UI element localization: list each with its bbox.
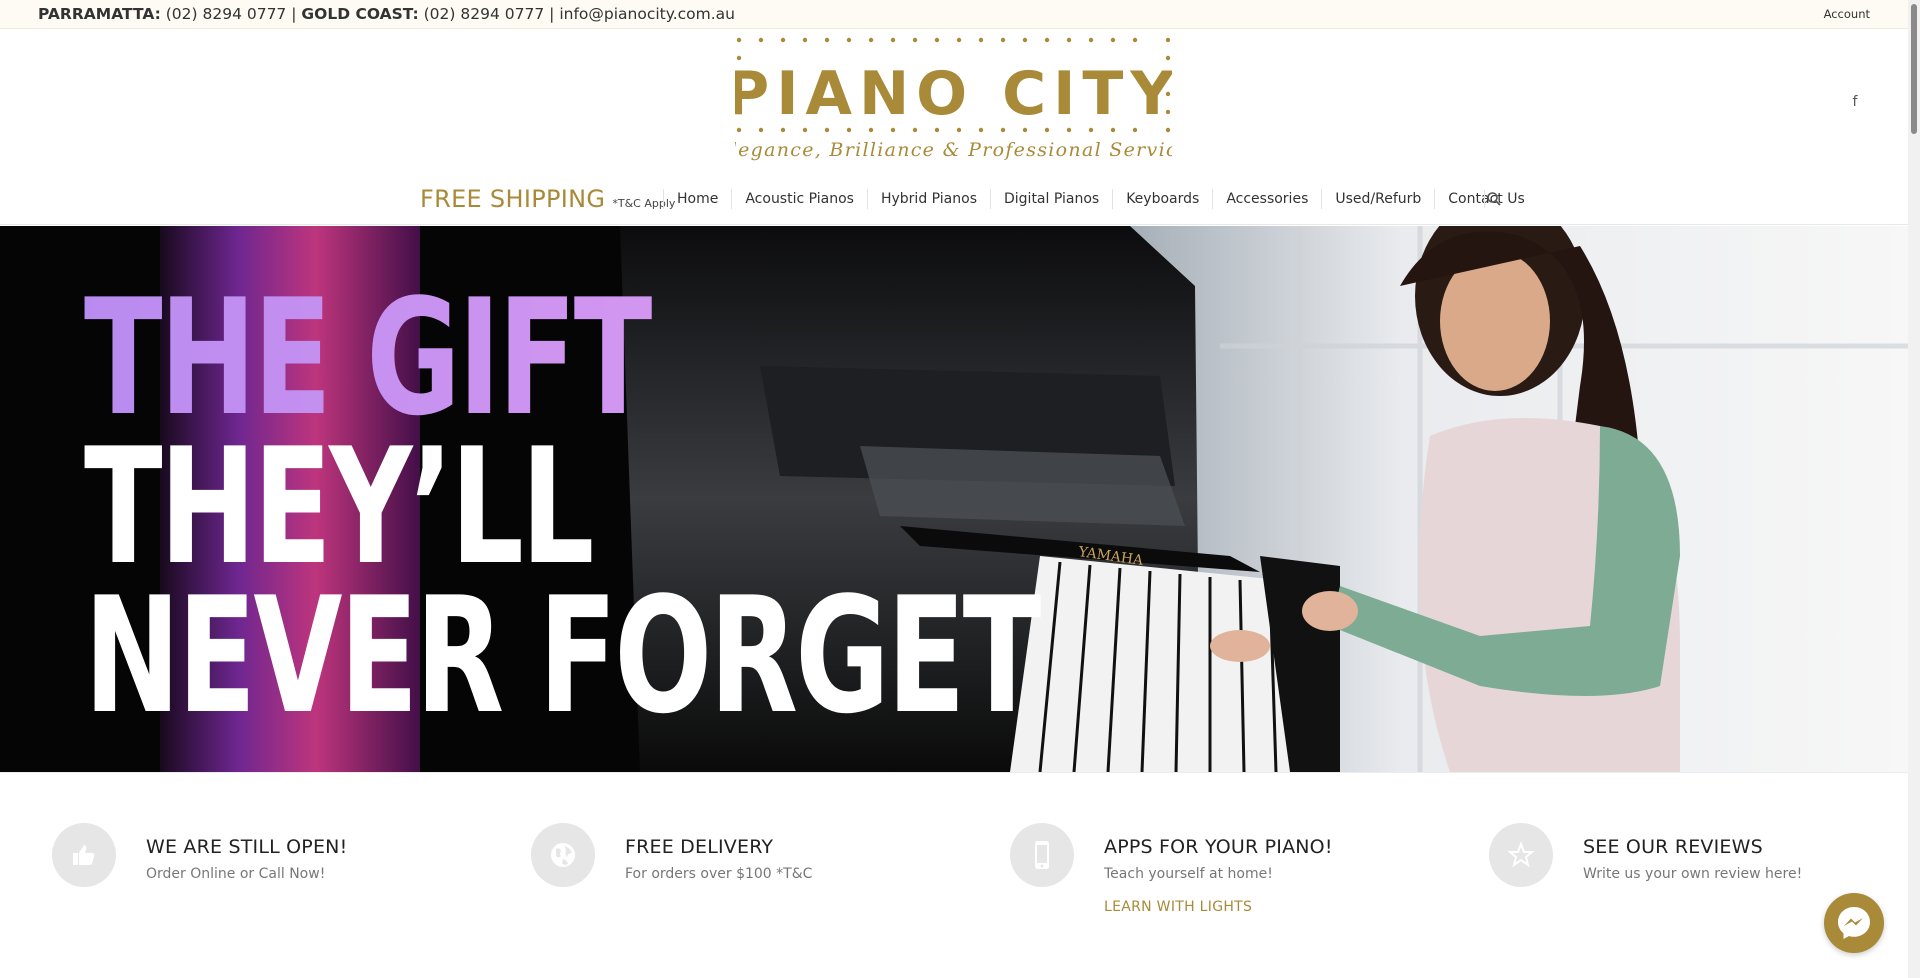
phone-icon: [1010, 823, 1074, 887]
separator: |: [291, 5, 297, 23]
messenger-icon: [1838, 907, 1870, 939]
feature-subtitle: Teach yourself at home!: [1104, 866, 1273, 882]
nav-item-home[interactable]: Home: [663, 189, 731, 209]
logo-name: PIANO CITY: [735, 59, 1172, 129]
page-scrollbar[interactable]: [1908, 0, 1920, 978]
feature-title: SEE OUR REVIEWS: [1583, 836, 1763, 858]
free-shipping-banner[interactable]: FREE SHIPPING *T&C Apply: [420, 185, 675, 213]
main-navigation: FREE SHIPPING *T&C Apply Home Acoustic P…: [0, 172, 1908, 225]
star-icon: [1489, 823, 1553, 887]
parramatta-label: PARRAMATTA:: [38, 5, 161, 23]
gold-coast-label: GOLD COAST:: [301, 5, 419, 23]
feature-title: WE ARE STILL OPEN!: [146, 836, 348, 858]
email-link[interactable]: info@pianocity.com.au: [559, 5, 735, 23]
top-bar: PARRAMATTA: (02) 8294 0777 | GOLD COAST:…: [0, 0, 1908, 29]
feature-subtitle: Order Online or Call Now!: [146, 866, 326, 882]
feature-title: FREE DELIVERY: [625, 836, 774, 858]
globe-icon: [531, 823, 595, 887]
hero-line-3: NEVER FORGET: [84, 561, 1041, 749]
site-logo[interactable]: PIANO CITY Elegance, Brilliance & Profes…: [715, 37, 1189, 163]
separator: |: [549, 5, 555, 23]
feature-free-delivery: FREE DELIVERY For orders over $100 *T&C: [531, 823, 991, 933]
gold-coast-phone-link[interactable]: (02) 8294 0777: [424, 5, 545, 23]
hero-line-1: THE GIFT: [84, 278, 1038, 438]
parramatta-phone-link[interactable]: (02) 8294 0777: [166, 5, 287, 23]
nav-item-hybrid-pianos[interactable]: Hybrid Pianos: [866, 189, 990, 209]
thumbs-up-icon: [52, 823, 116, 887]
hero-banner[interactable]: YAMAHA THE GIFT THEY’LL NEVER FORGET: [0, 226, 1908, 772]
messenger-chat-button[interactable]: [1824, 893, 1884, 953]
nav-item-keyboards[interactable]: Keyboards: [1112, 189, 1212, 209]
features-section: WE ARE STILL OPEN! Order Online or Call …: [0, 772, 1908, 978]
feature-subtitle: Write us your own review here!: [1583, 866, 1803, 882]
nav-item-digital-pianos[interactable]: Digital Pianos: [990, 189, 1112, 209]
facebook-icon[interactable]: f: [1845, 92, 1865, 112]
search-icon[interactable]: [1484, 190, 1502, 208]
nav-item-acoustic-pianos[interactable]: Acoustic Pianos: [731, 189, 867, 209]
feature-apps: APPS FOR YOUR PIANO! Teach yourself at h…: [1010, 823, 1470, 933]
nav-item-used-refurb[interactable]: Used/Refurb: [1321, 189, 1434, 209]
feature-title: APPS FOR YOUR PIANO!: [1104, 836, 1333, 858]
hero-line-2: THEY’LL: [84, 412, 594, 600]
logo-tagline: Elegance, Brilliance & Professional Serv…: [735, 139, 1172, 161]
contact-info: PARRAMATTA: (02) 8294 0777 | GOLD COAST:…: [38, 5, 735, 23]
hero-headline: THE GIFT THEY’LL NEVER FORGET: [84, 278, 1041, 749]
feature-subtitle: For orders over $100 *T&C: [625, 866, 813, 882]
nav-item-accessories[interactable]: Accessories: [1212, 189, 1321, 209]
account-link[interactable]: Account: [1824, 7, 1870, 21]
free-shipping-label: FREE SHIPPING: [420, 185, 606, 213]
learn-with-lights-link[interactable]: LEARN WITH LIGHTS: [1104, 899, 1252, 915]
nav-links: Home Acoustic Pianos Hybrid Pianos Digit…: [663, 189, 1538, 209]
feature-still-open: WE ARE STILL OPEN! Order Online or Call …: [52, 823, 512, 933]
scrollbar-thumb[interactable]: [1911, 4, 1917, 134]
